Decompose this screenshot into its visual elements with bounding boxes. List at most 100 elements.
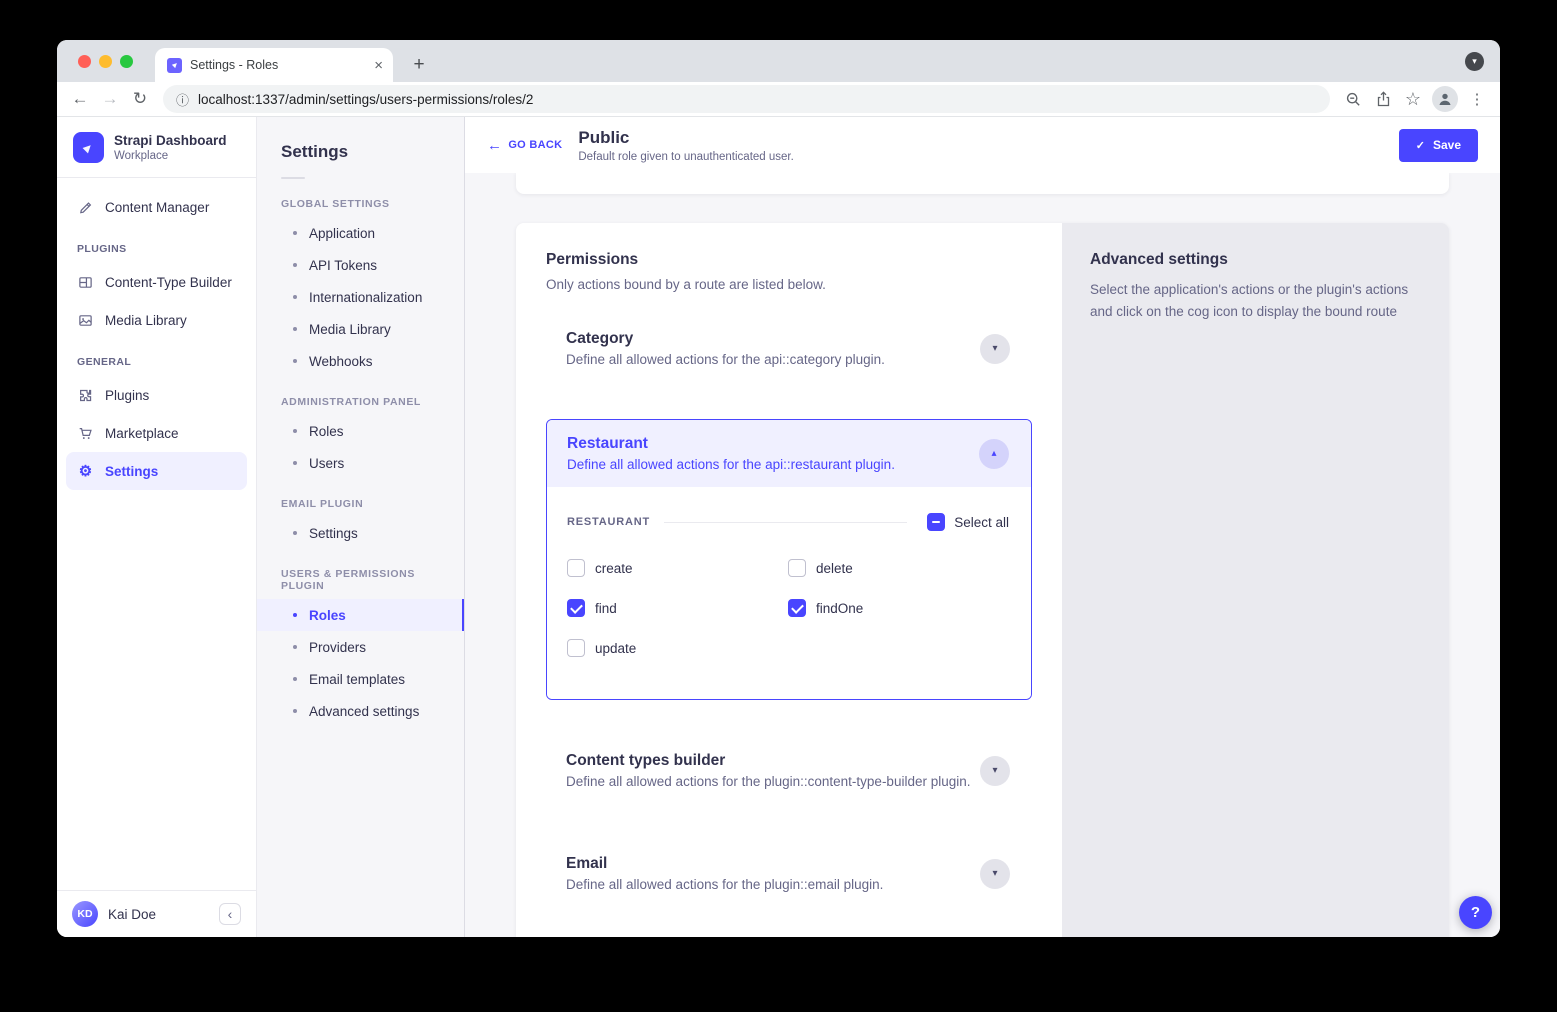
subnav-item-admin-users[interactable]: Users xyxy=(257,447,464,479)
permission-delete[interactable]: delete xyxy=(788,559,1009,577)
sidebar-item-marketplace[interactable]: Marketplace xyxy=(66,414,247,452)
sidebar-item-label: Content Manager xyxy=(105,200,209,215)
help-button[interactable]: ? xyxy=(1459,896,1492,929)
arrow-left-icon: ← xyxy=(487,137,502,154)
bullet-icon xyxy=(293,531,297,535)
accordion-description: Define all allowed actions for the plugi… xyxy=(566,774,971,789)
brand[interactable]: ▲ Strapi Dashboard Workplace xyxy=(57,117,256,177)
chevron-down-icon: ▾ xyxy=(1472,56,1477,67)
site-info-icon[interactable]: ⓘ xyxy=(176,90,189,109)
subnav-item-label: Settings xyxy=(309,526,358,541)
image-icon xyxy=(77,313,94,328)
role-details-card-bottom xyxy=(516,173,1449,194)
findone-checkbox[interactable] xyxy=(788,599,806,617)
subnav-item-internationalization[interactable]: Internationalization xyxy=(257,281,464,313)
subnav-item-media-library[interactable]: Media Library xyxy=(257,313,464,345)
user-name: Kai Doe xyxy=(108,907,209,922)
settings-subnav: Settings GLOBAL SETTINGS Application API… xyxy=(257,117,465,937)
update-checkbox[interactable] xyxy=(567,639,585,657)
subnav-item-webhooks[interactable]: Webhooks xyxy=(257,345,464,377)
advanced-settings-title: Advanced settings xyxy=(1090,251,1421,269)
find-checkbox[interactable] xyxy=(567,599,585,617)
create-checkbox[interactable] xyxy=(567,559,585,577)
forward-button[interactable]: → xyxy=(95,85,125,113)
minimize-window-button[interactable] xyxy=(99,55,112,68)
tab-close-icon[interactable]: × xyxy=(374,58,383,73)
permission-findone[interactable]: findOne xyxy=(788,599,1009,617)
back-button[interactable]: ← xyxy=(65,85,95,113)
permission-update[interactable]: update xyxy=(567,639,788,657)
subnav-item-label: Email templates xyxy=(309,672,405,687)
select-all-checkbox[interactable] xyxy=(927,513,945,531)
browser-menu-icon[interactable]: ⋮ xyxy=(1462,85,1492,113)
bookmark-star-icon[interactable]: ☆ xyxy=(1398,85,1428,113)
accordion-category[interactable]: Category Define all allowed actions for … xyxy=(546,316,1032,381)
subnav-item-label: Application xyxy=(309,226,375,241)
subnav-item-api-tokens[interactable]: API Tokens xyxy=(257,249,464,281)
subnav-item-label: Advanced settings xyxy=(309,704,419,719)
sidebar-item-settings[interactable]: ⚙ Settings xyxy=(66,452,247,490)
delete-checkbox[interactable] xyxy=(788,559,806,577)
accordion-email[interactable]: Email Define all allowed actions for the… xyxy=(546,841,1032,906)
sidebar-item-media-library[interactable]: Media Library xyxy=(66,301,247,339)
strapi-app: ▲ Strapi Dashboard Workplace Content Man… xyxy=(57,117,1500,937)
subnav-item-application[interactable]: Application xyxy=(257,217,464,249)
subnav-item-email-templates[interactable]: Email templates xyxy=(257,663,464,695)
select-all-label: Select all xyxy=(954,515,1009,530)
subnav-item-email-settings[interactable]: Settings xyxy=(257,517,464,549)
sidebar-item-label: Media Library xyxy=(105,313,187,328)
subnav-item-providers[interactable]: Providers xyxy=(257,631,464,663)
collapse-sidebar-button[interactable]: ‹ xyxy=(219,903,241,925)
share-icon[interactable] xyxy=(1368,85,1398,113)
sidebar-item-content-manager[interactable]: Content Manager xyxy=(66,188,247,226)
accordion-restaurant-body: RESTAURANT Select all xyxy=(547,487,1031,699)
subnav-item-label: API Tokens xyxy=(309,258,377,273)
sidebar-item-plugins[interactable]: Plugins xyxy=(66,376,247,414)
accordion-title: Email xyxy=(566,855,883,873)
browser-profile-avatar[interactable] xyxy=(1432,86,1458,112)
subnav-item-up-roles[interactable]: Roles xyxy=(257,599,464,631)
permissions-accordions: Category Define all allowed actions for … xyxy=(546,316,1032,937)
address-bar[interactable]: ⓘ localhost:1337/admin/settings/users-pe… xyxy=(163,85,1330,113)
expand-accordion-button[interactable]: ▾ xyxy=(980,334,1010,364)
zoom-out-icon[interactable] xyxy=(1338,85,1368,113)
select-all-control[interactable]: Select all xyxy=(927,513,1009,531)
sidebar-item-content-type-builder[interactable]: Content-Type Builder xyxy=(66,263,247,301)
divider xyxy=(281,177,305,179)
go-back-link[interactable]: ← GO BACK xyxy=(487,137,562,154)
close-window-button[interactable] xyxy=(78,55,91,68)
sidebar-item-label: Plugins xyxy=(105,388,149,403)
subnav-section-administration-panel: ADMINISTRATION PANEL xyxy=(257,396,464,408)
subnav-item-label: Internationalization xyxy=(309,290,422,305)
subnav-item-admin-roles[interactable]: Roles xyxy=(257,415,464,447)
pencil-icon xyxy=(77,200,94,215)
permission-label: create xyxy=(595,561,633,576)
avatar[interactable]: KD xyxy=(72,901,98,927)
permission-create[interactable]: create xyxy=(567,559,788,577)
tab-search-button[interactable]: ▾ xyxy=(1465,52,1484,71)
bullet-icon xyxy=(293,613,297,617)
expand-accordion-button[interactable]: ▾ xyxy=(980,859,1010,889)
new-tab-button[interactable]: + xyxy=(407,54,431,76)
bullet-icon xyxy=(293,295,297,299)
accordion-content-types-builder[interactable]: Content types builder Define all allowed… xyxy=(546,738,1032,803)
browser-tab[interactable]: ▲ Settings - Roles × xyxy=(155,48,393,82)
tab-strip: ▲ Settings - Roles × + ▾ xyxy=(57,40,1500,82)
reload-button[interactable]: ↻ xyxy=(125,85,155,113)
collapse-accordion-button[interactable]: ▴ xyxy=(979,439,1009,469)
accordion-restaurant-header[interactable]: Restaurant Define all allowed actions fo… xyxy=(547,420,1031,487)
expand-accordion-button[interactable]: ▾ xyxy=(980,756,1010,786)
permissions-panel: Permissions Only actions bound by a rout… xyxy=(516,223,1062,937)
question-mark-icon: ? xyxy=(1471,904,1480,921)
subnav-item-advanced-settings[interactable]: Advanced settings xyxy=(257,695,464,727)
divider xyxy=(664,522,907,523)
zoom-window-button[interactable] xyxy=(120,55,133,68)
permission-group-label: RESTAURANT xyxy=(567,516,650,528)
advanced-settings-panel: Advanced settings Select the application… xyxy=(1062,223,1449,937)
save-button[interactable]: ✓ Save xyxy=(1399,129,1478,162)
bullet-icon xyxy=(293,461,297,465)
permissions-section: Permissions Only actions bound by a rout… xyxy=(516,223,1449,937)
check-icon: ✓ xyxy=(1416,139,1425,152)
permission-find[interactable]: find xyxy=(567,599,788,617)
subnav-item-label: Media Library xyxy=(309,322,391,337)
